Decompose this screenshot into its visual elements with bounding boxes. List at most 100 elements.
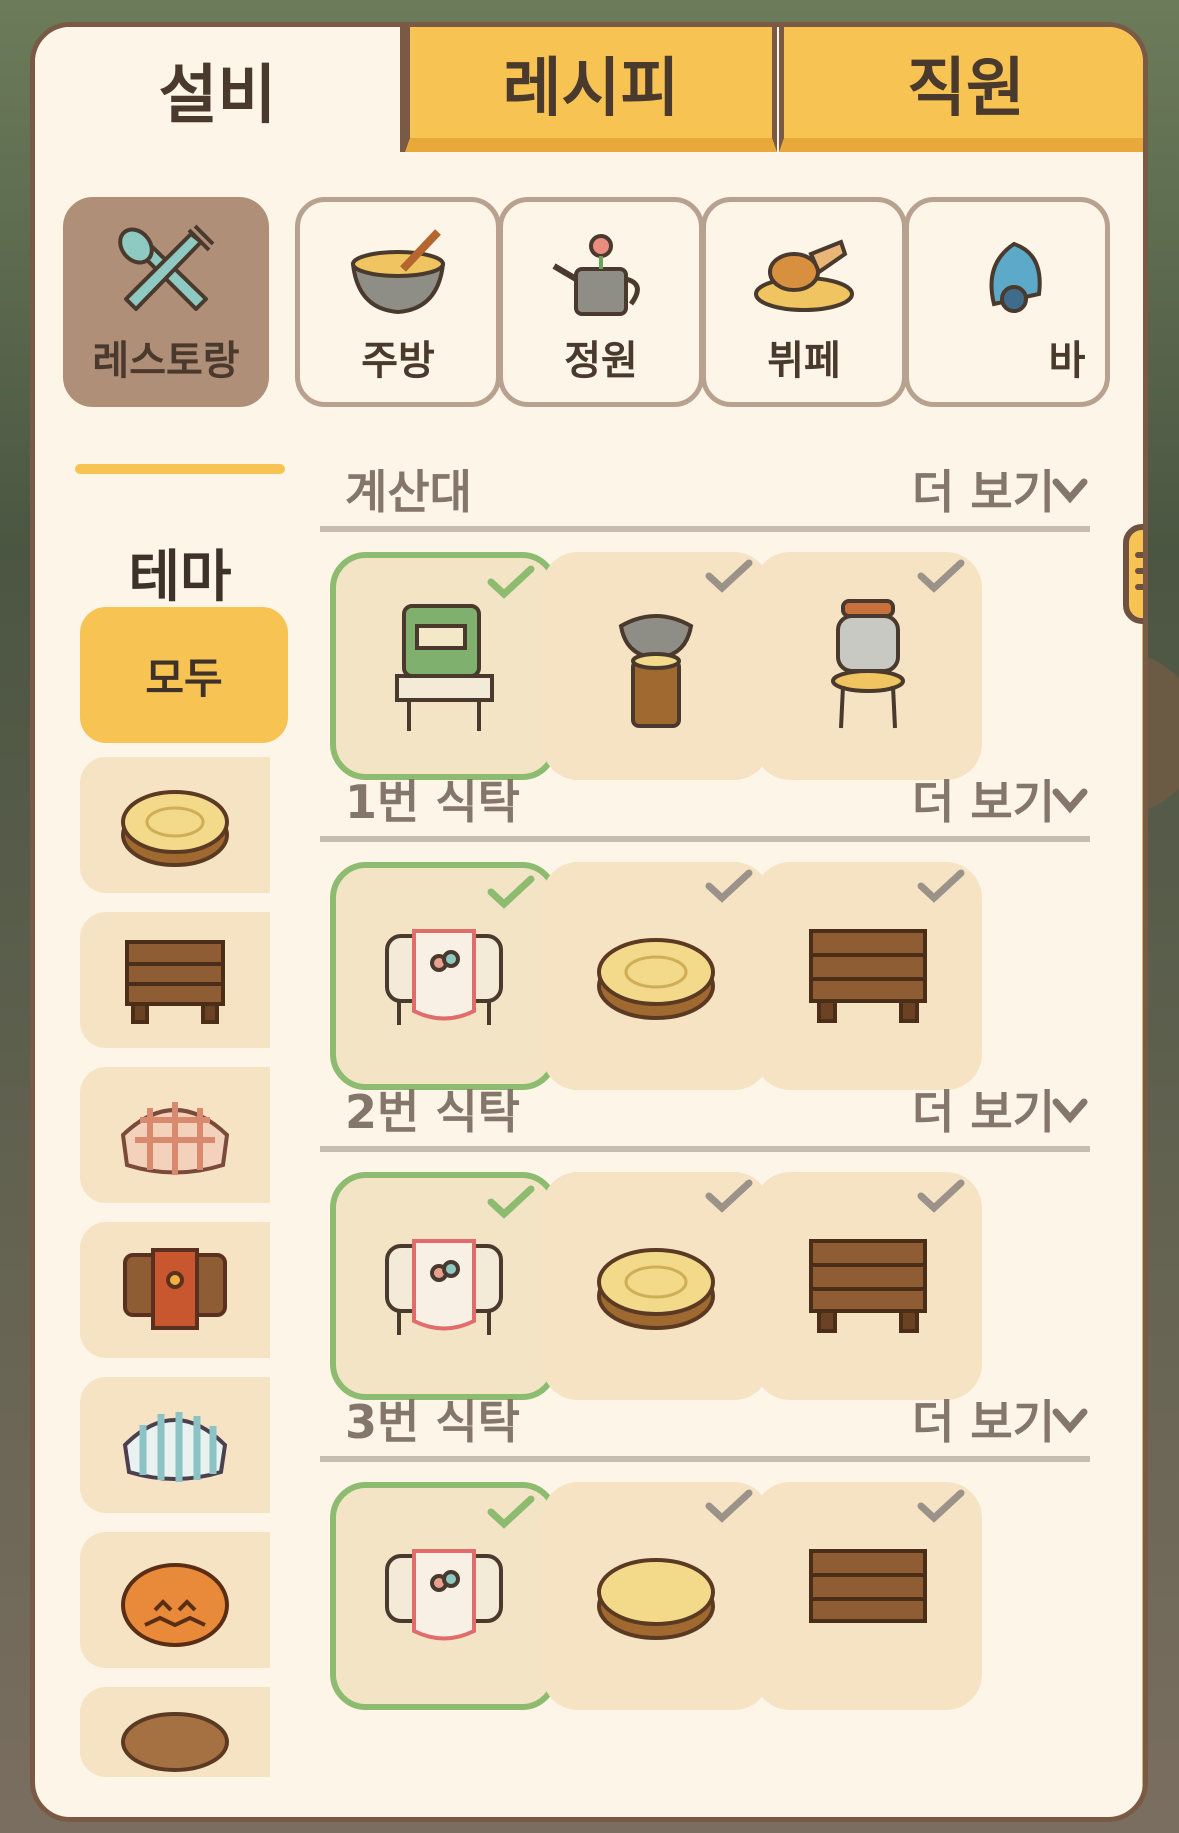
wooden-table-icon bbox=[809, 1239, 927, 1333]
chevron-down-icon[interactable] bbox=[1050, 782, 1090, 822]
flower-cloth-table-icon bbox=[385, 929, 503, 1025]
stump-table-icon bbox=[597, 1558, 715, 1640]
wooden-table-icon bbox=[809, 929, 927, 1023]
category-kitchen-label: 주방 bbox=[361, 338, 435, 384]
bowl-stump-icon bbox=[618, 614, 694, 728]
item-card-wooden-table[interactable] bbox=[754, 862, 982, 1090]
section-header: 2번 식탁 더 보기 bbox=[320, 1084, 1090, 1152]
theme-item-striped[interactable] bbox=[80, 1377, 270, 1513]
watering-can-icon bbox=[552, 234, 640, 316]
grip-line bbox=[1135, 584, 1143, 590]
flower-cloth-table-icon bbox=[385, 1549, 503, 1641]
category-kitchen[interactable]: 주방 bbox=[295, 197, 501, 407]
tab-recipe[interactable]: 레시피 bbox=[405, 27, 777, 152]
paw-rug-table-icon bbox=[123, 1248, 227, 1330]
chevron-down-icon[interactable] bbox=[1050, 1402, 1090, 1442]
section-header: 계산대 더 보기 bbox=[320, 464, 1090, 532]
check-icon bbox=[487, 1495, 535, 1529]
check-icon bbox=[917, 559, 965, 593]
category-restaurant-label: 레스토랑 bbox=[92, 338, 240, 384]
check-icon bbox=[487, 1185, 535, 1219]
theme-item-stump[interactable] bbox=[80, 757, 270, 893]
item-card-flower-table[interactable] bbox=[330, 1482, 558, 1710]
check-icon bbox=[487, 565, 535, 599]
section-title: 3번 식탁 bbox=[345, 1395, 520, 1449]
check-icon bbox=[705, 1179, 753, 1213]
scrollbar-thumb[interactable] bbox=[1123, 524, 1143, 624]
item-card-flower-table[interactable] bbox=[330, 1172, 558, 1400]
check-icon bbox=[917, 1179, 965, 1213]
item-card-cash-register[interactable] bbox=[330, 552, 558, 780]
tab-staff-label: 직원 bbox=[907, 51, 1025, 126]
tab-recipe-label: 레시피 bbox=[502, 51, 680, 126]
section-table-2: 2번 식탁 더 보기 bbox=[320, 1084, 1090, 1400]
theme-item-paw-rug[interactable] bbox=[80, 1222, 270, 1358]
tab-facility-label: 설비 bbox=[158, 58, 277, 133]
wooden-table-icon bbox=[809, 1549, 927, 1623]
chevron-down-icon[interactable] bbox=[1050, 472, 1090, 512]
check-icon bbox=[917, 1489, 965, 1523]
category-row: 레스토랑 주방 정원 뷔페 바 bbox=[63, 197, 1143, 422]
section-title: 2번 식탁 bbox=[345, 1085, 520, 1139]
check-icon bbox=[917, 869, 965, 903]
section-table-3: 3번 식탁 더 보기 bbox=[320, 1394, 1090, 1710]
theme-item-wooden[interactable] bbox=[80, 912, 270, 1048]
category-bar-label: 바 bbox=[1048, 338, 1086, 384]
gingham-table-icon bbox=[120, 1102, 230, 1175]
grip-line bbox=[1135, 552, 1143, 558]
section-header: 1번 식탁 더 보기 bbox=[320, 774, 1090, 842]
section-table-1: 1번 식탁 더 보기 bbox=[320, 774, 1090, 1090]
item-card-stump-table[interactable] bbox=[542, 1172, 770, 1400]
wooden-table-icon bbox=[125, 940, 225, 1024]
facility-panel: 설비 레시피 직원 레스토랑 주방 정원 뷔페 바 테마 모두 계산대 더 보기… bbox=[30, 22, 1148, 1822]
theme-item-pumpkin[interactable] bbox=[80, 1532, 270, 1668]
theme-item-gingham[interactable] bbox=[80, 1067, 270, 1203]
section-header: 3번 식탁 더 보기 bbox=[320, 1394, 1090, 1462]
check-icon bbox=[705, 559, 753, 593]
category-bar[interactable]: 바 bbox=[904, 197, 1110, 407]
category-buffet[interactable]: 뷔페 bbox=[701, 197, 907, 407]
jar-stool-icon bbox=[831, 599, 905, 729]
more-button[interactable]: 더 보기 bbox=[912, 464, 1055, 522]
more-button[interactable]: 더 보기 bbox=[912, 1076, 1055, 1142]
grip-line bbox=[1135, 568, 1143, 574]
tab-staff[interactable]: 직원 bbox=[779, 27, 1143, 152]
item-card-stump-table[interactable] bbox=[542, 862, 770, 1090]
theme-item-round-wood[interactable] bbox=[80, 1687, 270, 1777]
check-icon bbox=[487, 875, 535, 909]
section-counter: 계산대 더 보기 bbox=[320, 464, 1090, 780]
category-restaurant[interactable]: 레스토랑 bbox=[63, 197, 269, 407]
cash-register-icon bbox=[395, 604, 494, 731]
item-card-stump-table[interactable] bbox=[542, 1482, 770, 1710]
theme-indicator bbox=[75, 464, 285, 474]
item-card-wooden-table[interactable] bbox=[754, 1172, 982, 1400]
category-garden[interactable]: 정원 bbox=[498, 197, 704, 407]
chevron-down-icon[interactable] bbox=[1050, 1092, 1090, 1132]
flower-cloth-table-icon bbox=[385, 1239, 503, 1335]
theme-all-label: 모두 bbox=[145, 653, 223, 703]
item-card-bowl-stump[interactable] bbox=[542, 552, 770, 780]
check-icon bbox=[705, 869, 753, 903]
pumpkin-icon bbox=[121, 1563, 229, 1647]
utensils-icon bbox=[118, 224, 215, 311]
scrollbar-track[interactable] bbox=[1142, 547, 1143, 1807]
item-card-wooden-table[interactable] bbox=[754, 1482, 982, 1710]
stump-table-icon bbox=[597, 1248, 715, 1330]
item-card-flower-table[interactable] bbox=[330, 862, 558, 1090]
tab-bar: 설비 레시피 직원 bbox=[35, 27, 1143, 157]
mixing-bowl-icon bbox=[350, 229, 446, 315]
more-button[interactable]: 더 보기 bbox=[912, 766, 1055, 832]
item-card-jar-stool[interactable] bbox=[754, 552, 982, 780]
round-wood-table-icon bbox=[121, 1712, 229, 1772]
theme-all-button[interactable]: 모두 bbox=[80, 607, 288, 743]
theme-heading: 테마 bbox=[128, 545, 232, 610]
stump-table-icon bbox=[121, 790, 229, 867]
tab-facility[interactable]: 설비 bbox=[35, 27, 405, 152]
section-title: 1번 식탁 bbox=[345, 775, 520, 829]
more-button[interactable]: 더 보기 bbox=[912, 1386, 1055, 1452]
category-buffet-label: 뷔페 bbox=[767, 338, 841, 384]
bar-icon bbox=[989, 241, 1042, 313]
food-plate-icon bbox=[754, 239, 854, 312]
category-garden-label: 정원 bbox=[564, 338, 638, 384]
section-title: 계산대 bbox=[345, 465, 472, 519]
